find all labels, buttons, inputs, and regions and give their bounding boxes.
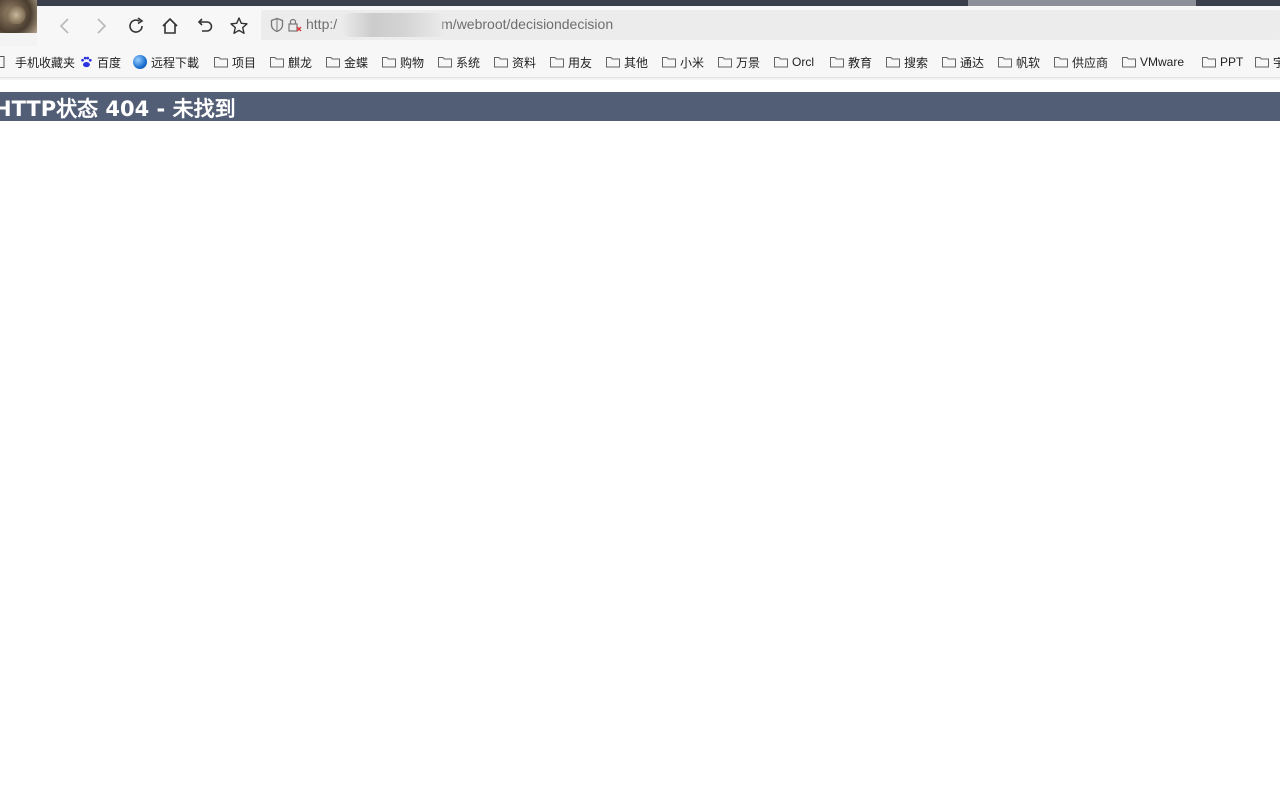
globe-icon <box>133 55 147 69</box>
bookmark-label: 项目 <box>232 55 257 70</box>
folder-icon <box>382 57 396 68</box>
folder-icon <box>1255 57 1269 68</box>
bookmark-label: 帆软 <box>1016 55 1041 70</box>
folder-icon <box>718 57 732 68</box>
reload-icon <box>129 17 144 33</box>
browser-chrome: http:/ m/webroot/decisiondecision 手机收藏夹 百… <box>0 0 1280 80</box>
home-button[interactable] <box>157 13 183 39</box>
bookmark-folder[interactable]: 教育 <box>830 53 872 71</box>
bookmark-label: 购物 <box>400 55 425 70</box>
folder-icon <box>214 57 228 68</box>
bookmark-remote-download[interactable]: 远程下載 <box>133 53 199 71</box>
folder-icon <box>1202 57 1216 68</box>
folder-icon <box>998 57 1012 68</box>
bookmark-label: 宇 <box>1273 55 1280 70</box>
folder-icon <box>326 57 340 68</box>
bookmark-label: 资料 <box>512 55 537 70</box>
bookmark-folder[interactable]: 小米 <box>662 53 704 71</box>
folder-icon <box>886 57 900 68</box>
profile-avatar[interactable] <box>0 0 37 33</box>
folder-icon <box>270 57 284 68</box>
bookmark-label: 远程下載 <box>151 55 200 70</box>
bookmark-folder[interactable]: 项目 <box>214 53 256 71</box>
bookmark-folder[interactable]: 系统 <box>438 53 480 71</box>
bookmark-folder[interactable]: 其他 <box>606 53 648 71</box>
bookmark-label: 百度 <box>97 55 122 70</box>
bookmark-label: 手机收藏夹 <box>15 55 76 70</box>
bookmark-label: 金蝶 <box>344 55 369 70</box>
folder-icon <box>550 57 564 68</box>
back-icon <box>59 18 69 34</box>
folder-icon <box>606 57 620 68</box>
home-icon <box>162 17 178 34</box>
page-title: HTTP状态 404 - 未找到 <box>0 97 236 121</box>
bookmark-baidu[interactable]: 百度 <box>79 53 121 71</box>
address-bar[interactable]: http:/ m/webroot/decisiondecision <box>261 10 1280 40</box>
star-icon <box>230 17 248 34</box>
undo-icon <box>197 18 213 32</box>
bookmark-label: PPT <box>1220 55 1244 69</box>
folder-icon <box>1054 57 1068 68</box>
reload-button[interactable] <box>123 13 149 39</box>
bookmark-label: 搜索 <box>904 55 929 70</box>
folder-icon <box>662 57 676 68</box>
bookmark-folder[interactable]: PPT <box>1202 53 1243 71</box>
folder-icon <box>438 57 452 68</box>
bookmark-folder[interactable]: 购物 <box>382 53 424 71</box>
bookmark-folder[interactable]: 帆软 <box>998 53 1040 71</box>
bookmark-star-button[interactable] <box>226 13 252 39</box>
folder-icon <box>830 57 844 68</box>
undo-close-tab-button[interactable] <box>191 13 217 39</box>
bookmark-label: 万景 <box>736 55 761 70</box>
bookmark-label: Orcl <box>792 55 814 69</box>
bookmark-folder[interactable]: 供应商 <box>1054 53 1108 71</box>
folder-icon <box>1122 57 1136 68</box>
bookmark-label: 系统 <box>456 55 481 70</box>
url-redaction-blur <box>341 13 446 37</box>
url-prefix: http:/ <box>306 16 338 32</box>
bookmark-folder[interactable]: 通达 <box>942 53 984 71</box>
insecure-lock-icon[interactable] <box>286 17 302 33</box>
bookmark-label: VMware <box>1140 55 1185 69</box>
url-suffix: m/webroot/decisiondecision <box>441 16 614 32</box>
bookmark-label: 供应商 <box>1072 55 1109 70</box>
bookmark-folder[interactable]: VMware <box>1122 53 1184 71</box>
bookmark-folder[interactable]: 搜索 <box>886 53 928 71</box>
bookmark-folder[interactable]: 资料 <box>494 53 536 71</box>
bookmark-folder[interactable]: 麒龙 <box>270 53 312 71</box>
shield-icon[interactable] <box>269 17 285 33</box>
folder-icon <box>942 57 956 68</box>
bookmark-folder[interactable]: 金蝶 <box>326 53 368 71</box>
bookmark-mobile[interactable]: 手机收藏夹 <box>0 53 75 71</box>
folder-icon <box>494 57 508 68</box>
bookmarks-bar: 手机收藏夹 百度 远程下載 项目 麒龙 金蝶 购物 系统 资料 用友 其他 小米… <box>0 46 1280 78</box>
mobile-icon <box>0 56 5 68</box>
bookmark-label: 麒龙 <box>288 55 313 70</box>
bookmark-label: 教育 <box>848 55 873 70</box>
forward-icon <box>97 18 107 34</box>
bookmark-label: 用友 <box>568 55 593 70</box>
bookmark-label: 小米 <box>680 55 705 70</box>
bookmark-label: 其他 <box>624 55 649 70</box>
error-header-bar: HTTP状态 404 - 未找到 <box>0 92 1280 121</box>
back-button[interactable] <box>52 13 78 39</box>
bookmark-folder[interactable]: Orcl <box>774 53 814 71</box>
folder-icon <box>774 57 788 68</box>
bookmark-folder[interactable]: 用友 <box>550 53 592 71</box>
forward-button[interactable] <box>88 13 114 39</box>
bookmark-folder[interactable]: 万景 <box>718 53 760 71</box>
bookmark-label: 通达 <box>960 55 985 70</box>
navigation-toolbar: http:/ m/webroot/decisiondecision <box>37 6 1280 46</box>
baidu-paw-icon <box>81 56 92 68</box>
bookmark-folder[interactable]: 宇 <box>1255 53 1280 71</box>
